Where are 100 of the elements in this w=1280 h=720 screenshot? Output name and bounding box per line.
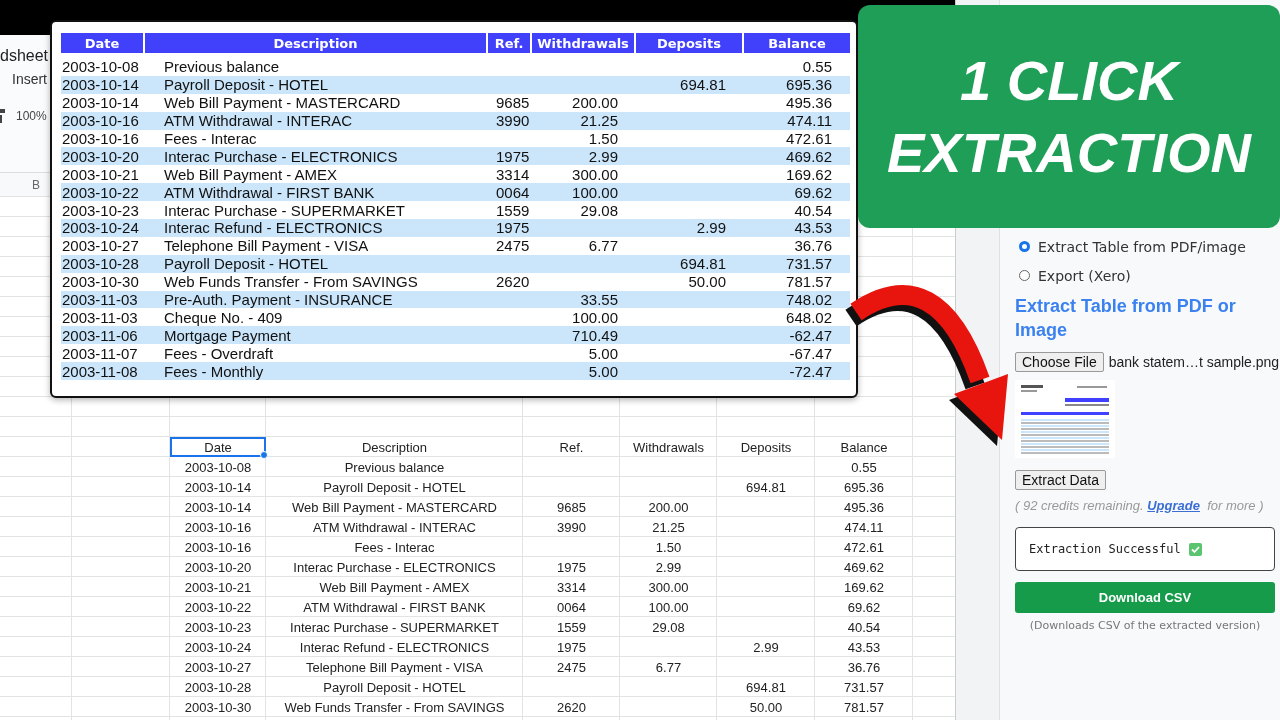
column-header: Ref. xyxy=(488,33,532,53)
paint-format-icon[interactable] xyxy=(0,109,6,123)
menu-item[interactable]: Insert xyxy=(12,71,47,87)
table-cell: 694.81 xyxy=(680,255,726,273)
table-cell: 9685 xyxy=(557,499,586,515)
option-label[interactable]: Extract Table from PDF/image xyxy=(1038,238,1246,255)
table-cell: 2003-11-06 xyxy=(62,326,138,344)
table-cell: 469.62 xyxy=(844,559,884,575)
table-cell: 2003-10-24 xyxy=(184,639,252,655)
table-cell: 0.55 xyxy=(851,459,877,475)
radio-button[interactable] xyxy=(1019,241,1030,252)
table-cell: 300.00 xyxy=(648,579,689,595)
choose-file-button[interactable]: Choose File xyxy=(1015,352,1104,372)
table-cell: Telephone Bill Payment - VISA xyxy=(164,237,369,255)
table-cell: Web Bill Payment - AMEX xyxy=(319,579,470,595)
table-cell: 781.57 xyxy=(786,273,832,291)
zoom-dropdown[interactable]: 100% xyxy=(16,109,47,123)
table-cell: 3314 xyxy=(496,165,530,183)
table-cell: 43.53 xyxy=(847,639,881,655)
table-cell: ATM Withdrawal - FIRST BANK xyxy=(303,599,486,615)
table-cell: ATM Withdrawal - FIRST BANK xyxy=(164,183,375,201)
credits-text: ( 92 credits remaining. Upgrade for more ) xyxy=(1015,498,1264,513)
table-cell: 2003-11-08 xyxy=(62,362,138,380)
table-cell: Interac Purchase - SUPERMARKET xyxy=(290,619,499,635)
column-header: Balance xyxy=(767,34,827,53)
table-cell: 2003-10-24 xyxy=(62,219,139,237)
table-cell: 36.76 xyxy=(794,237,832,255)
table-cell: 2003-10-23 xyxy=(62,201,139,219)
table-cell: 748.02 xyxy=(786,291,832,308)
table-cell: 1559 xyxy=(496,201,530,219)
table-cell: 1559 xyxy=(557,619,586,635)
file-name: bank statem…t sample.png xyxy=(1108,354,1280,370)
table-cell: 2003-10-22 xyxy=(184,599,252,615)
table-cell: 495.36 xyxy=(786,94,832,112)
table-cell: 731.57 xyxy=(844,679,884,695)
table-cell: 5.00 xyxy=(588,362,618,380)
table-cell: 2003-10-30 xyxy=(62,273,139,291)
column-header: Deposits xyxy=(636,33,744,53)
table-cell: 731.57 xyxy=(786,255,832,273)
table-cell: 472.61 xyxy=(844,539,884,555)
table-cell: 648.02 xyxy=(786,308,832,326)
table-cell: 2003-10-14 xyxy=(62,76,139,94)
table-cell: 43.53 xyxy=(794,219,832,237)
table-cell-text: Description xyxy=(361,438,428,457)
table-cell: 2475 xyxy=(496,237,530,255)
banner-headline: EXTRACTION xyxy=(887,119,1251,186)
table-cell: 2620 xyxy=(496,273,530,291)
table-cell: 1975 xyxy=(496,219,530,237)
option-label[interactable]: Export (Xero) xyxy=(1038,267,1131,284)
table-cell: 2003-10-23 xyxy=(184,619,252,635)
download-csv-button[interactable]: Download CSV xyxy=(1015,582,1275,613)
table-cell: 100.00 xyxy=(648,599,689,615)
column-header[interactable]: B xyxy=(32,178,40,192)
table-cell: 1.50 xyxy=(655,539,682,555)
check-icon xyxy=(1188,542,1202,556)
table-cell: 694.81 xyxy=(746,479,786,495)
table-cell: 472.61 xyxy=(786,130,832,147)
table-cell: 2.99 xyxy=(655,559,682,575)
table-cell: -67.47 xyxy=(789,344,832,362)
table-cell: 1975 xyxy=(496,147,530,165)
table-cell: 40.54 xyxy=(794,201,832,219)
table-cell: 3990 xyxy=(496,112,530,130)
table-cell: Payroll Deposit - HOTEL xyxy=(164,255,329,273)
table-cell: Previous balance xyxy=(344,459,445,475)
table-cell: Telephone Bill Payment - VISA xyxy=(305,659,483,675)
table-cell: 21.25 xyxy=(652,519,685,535)
table-cell: 2003-10-08 xyxy=(184,459,252,475)
table-cell: Fees - Interac xyxy=(354,539,435,555)
table-cell: 2.99 xyxy=(588,147,618,165)
table-cell: 2003-10-16 xyxy=(62,112,139,130)
upgrade-link[interactable]: Upgrade xyxy=(1147,498,1200,513)
table-cell: 495.36 xyxy=(844,499,884,515)
status-message: Extraction Successful xyxy=(1029,542,1181,556)
table-cell: 300.00 xyxy=(572,165,618,183)
table-cell: ATM Withdrawal - INTERAC xyxy=(164,112,353,130)
table-cell: 0.55 xyxy=(802,58,832,76)
document-title[interactable]: dsheet xyxy=(0,47,49,65)
table-cell: Interac Purchase - ELECTRONICS xyxy=(164,147,398,165)
table-cell: -72.47 xyxy=(789,362,832,380)
table-cell: 2003-10-08 xyxy=(62,58,139,76)
table-cell: Mortgage Payment xyxy=(164,326,291,344)
table-cell: Web Bill Payment - AMEX xyxy=(164,165,338,183)
table-cell: Interac Refund - ELECTRONICS xyxy=(299,639,490,655)
table-cell-text: Deposits xyxy=(739,438,793,457)
table-cell: 2003-10-28 xyxy=(184,679,252,695)
table-cell: 2003-10-16 xyxy=(62,130,139,147)
table-cell: 2003-10-14 xyxy=(184,499,252,515)
table-cell: 2003-10-21 xyxy=(62,165,139,183)
table-cell: Fees - Interac xyxy=(164,130,257,147)
extract-data-button[interactable]: Extract Data xyxy=(1015,470,1107,490)
table-cell: Fees - Overdraft xyxy=(164,344,274,362)
table-cell: 694.81 xyxy=(746,679,786,695)
table-cell: 6.77 xyxy=(655,659,682,675)
table-cell: 695.36 xyxy=(786,76,832,94)
radio-button[interactable] xyxy=(1019,270,1030,281)
table-cell-text: Withdrawals xyxy=(632,438,705,457)
table-cell: Web Funds Transfer - From SAVINGS xyxy=(164,273,418,291)
table-cell: 474.11 xyxy=(787,112,832,130)
table-cell: Date xyxy=(170,437,266,457)
table-cell: 2.99 xyxy=(696,219,726,237)
